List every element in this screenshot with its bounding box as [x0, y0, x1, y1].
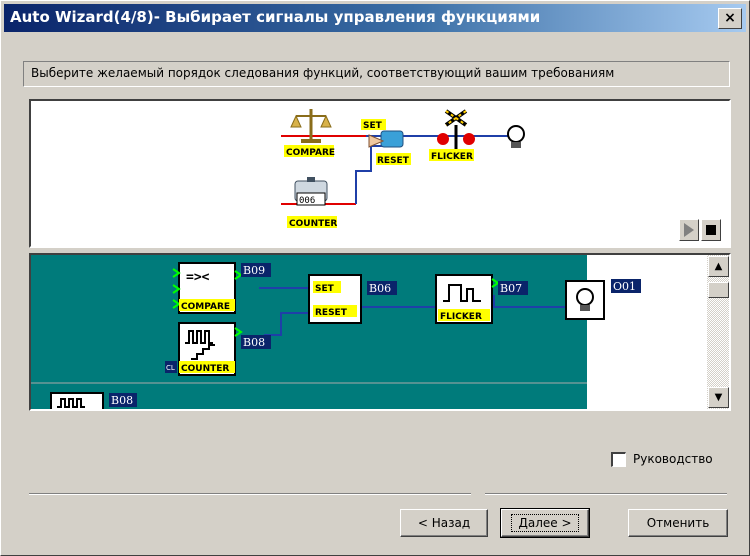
close-button[interactable]: × [718, 8, 742, 29]
counter-output: B08 [243, 336, 265, 349]
back-label: < Назад [417, 516, 471, 530]
compare-label: COMPARE [286, 148, 335, 158]
scroll-down-button[interactable]: ▼ [708, 387, 729, 408]
reset-label: RESET [377, 156, 410, 166]
lamp-icon [507, 125, 525, 148]
next-label: Далее > [511, 514, 579, 532]
output-label: O01 [613, 280, 636, 293]
guide-checkbox[interactable] [611, 452, 626, 467]
set-label: SET [315, 284, 335, 294]
title-bar: Auto Wizard(4/8)- Выбирает сигналы управ… [4, 4, 746, 32]
set-label: SET [363, 121, 383, 131]
partial-output: B08 [111, 394, 133, 407]
arrow-up-icon: ▲ [714, 261, 723, 272]
vertical-scrollbar[interactable]: ▲ ▼ [707, 255, 729, 409]
flicker-label: FLICKER [440, 312, 482, 322]
counter-cl: CL [166, 364, 175, 372]
function-editor[interactable]: =>< COMPARE B09 COUNTER CL B08 SET RESET… [29, 253, 731, 411]
cancel-button[interactable]: Отменить [628, 509, 728, 537]
canvas-white-area [587, 255, 707, 409]
separator-right [485, 493, 727, 495]
crossing-signal-icon [437, 109, 475, 151]
setreset-output: B06 [369, 282, 391, 295]
hand-switch-icon [368, 130, 404, 148]
flicker-output: B07 [500, 282, 522, 295]
window-title: Auto Wizard(4/8)- Выбирает сигналы управ… [10, 8, 541, 26]
preview-diagram: COMPARE SET RESET FLICKER 006 COUNTER [281, 109, 525, 229]
stop-icon [706, 225, 716, 235]
preview-wire [355, 146, 372, 204]
next-button[interactable]: Далее > [500, 508, 590, 538]
close-icon: × [724, 10, 736, 26]
instruction-panel: Выберите желаемый порядок следования фун… [23, 61, 730, 87]
play-button[interactable] [679, 219, 699, 241]
back-button[interactable]: < Назад [400, 509, 488, 537]
compare-label: COMPARE [181, 302, 230, 312]
counter-label: COUNTER [289, 219, 337, 229]
editor-canvas: =>< COMPARE B09 COUNTER CL B08 SET RESET… [31, 255, 707, 409]
compare-block[interactable]: =>< COMPARE [172, 262, 243, 314]
wizard-window: Auto Wizard(4/8)- Выбирает сигналы управ… [0, 0, 750, 556]
preview-panel: COMPARE SET RESET FLICKER 006 COUNTER [29, 99, 731, 248]
flicker-block[interactable]: FLICKER [435, 274, 500, 324]
cancel-label: Отменить [646, 516, 710, 530]
scroll-thumb[interactable] [708, 282, 729, 298]
arrow-down-icon: ▼ [714, 392, 723, 403]
separator-left [29, 493, 471, 495]
reset-label: RESET [315, 308, 348, 318]
flicker-label: FLICKER [431, 152, 473, 162]
guide-label: Руководство [633, 452, 713, 466]
lamp-icon [576, 288, 594, 306]
stop-button[interactable] [701, 219, 721, 241]
counter-label: COUNTER [181, 364, 229, 374]
counter-digits: 006 [299, 196, 315, 206]
scroll-up-button[interactable]: ▲ [708, 256, 729, 277]
set-reset-block[interactable]: SET RESET [308, 274, 362, 324]
output-block[interactable] [565, 280, 605, 320]
compare-output: B09 [243, 264, 265, 277]
scale-icon [290, 109, 332, 143]
partial-counter-block[interactable] [50, 392, 104, 409]
play-icon [684, 223, 694, 237]
compare-symbol: =>< [186, 270, 210, 285]
instruction-text: Выберите желаемый порядок следования фун… [31, 66, 615, 80]
